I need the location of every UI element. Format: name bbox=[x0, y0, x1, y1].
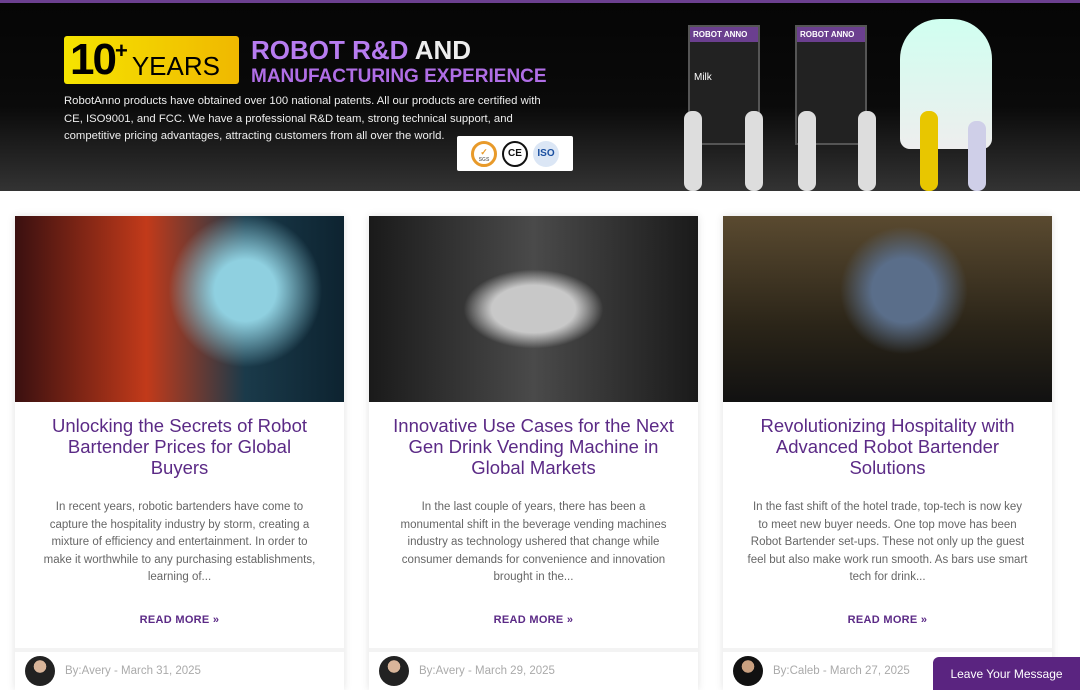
blog-card-title[interactable]: Unlocking the Secrets of Robot Bartender… bbox=[15, 415, 344, 478]
check-icon: ✓ bbox=[480, 146, 488, 157]
badge-years: YEARS bbox=[131, 50, 220, 81]
blog-card-title[interactable]: Revolutionizing Hospitality with Advance… bbox=[723, 415, 1052, 478]
blog-card-excerpt: In the last couple of years, there has b… bbox=[400, 501, 667, 583]
blog-card: Innovative Use Cases for the Next Gen Dr… bbox=[369, 216, 698, 690]
post-meta: By:Avery - March 29, 2025 bbox=[419, 665, 555, 677]
blog-card-excerpt: In recent years, robotic bartenders have… bbox=[43, 501, 316, 583]
sgs-logo-icon: ✓ SGS bbox=[471, 140, 497, 167]
blog-card: Revolutionizing Hospitality with Advance… bbox=[723, 216, 1052, 690]
ce-logo-icon: CE bbox=[502, 140, 528, 167]
headline-white: AND bbox=[414, 35, 472, 65]
years-badge: 10 + YEARS bbox=[64, 35, 239, 84]
headline-line2: MANUFACTURING EXPERIENCE bbox=[251, 66, 547, 87]
blog-card-footer: By:Avery - March 31, 2025 bbox=[15, 648, 344, 690]
iso-text: ISO bbox=[537, 148, 555, 159]
blog-card-title[interactable]: Innovative Use Cases for the Next Gen Dr… bbox=[369, 415, 698, 478]
machine-brand: ROBOT ANNO bbox=[797, 27, 865, 42]
badge-plus: + bbox=[114, 38, 128, 63]
author-avatar bbox=[379, 656, 409, 686]
blog-card-footer: By:Avery - March 29, 2025 bbox=[369, 648, 698, 690]
machine-label: Milk bbox=[694, 72, 712, 83]
headline: ROBOT R&D AND bbox=[251, 35, 471, 66]
headline-purple: ROBOT R&D bbox=[251, 35, 409, 65]
blog-card-image[interactable] bbox=[723, 216, 1052, 402]
badge-number: 10 bbox=[70, 35, 117, 84]
robot-arm bbox=[798, 111, 816, 191]
robot-products-image: ROBOT ANNO Milk ROBOT ANNO bbox=[670, 11, 1000, 193]
blog-card-excerpt: In the fast shift of the hotel trade, to… bbox=[747, 501, 1028, 583]
sgs-text: SGS bbox=[478, 156, 490, 163]
ce-text: CE bbox=[508, 148, 522, 159]
blog-card: Unlocking the Secrets of Robot Bartender… bbox=[15, 216, 344, 690]
robot-arm bbox=[968, 121, 986, 191]
robot-arm bbox=[858, 111, 876, 191]
blog-card-image[interactable] bbox=[369, 216, 698, 402]
machine-brand: ROBOT ANNO bbox=[690, 27, 758, 42]
author-avatar bbox=[733, 656, 763, 686]
post-meta: By:Avery - March 31, 2025 bbox=[65, 665, 201, 677]
read-more-link[interactable]: READ MORE » bbox=[369, 614, 698, 626]
author-avatar bbox=[25, 656, 55, 686]
blog-card-image[interactable] bbox=[15, 216, 344, 402]
read-more-link[interactable]: READ MORE » bbox=[15, 614, 344, 626]
leave-message-button[interactable]: Leave Your Message bbox=[933, 657, 1080, 690]
read-more-link[interactable]: READ MORE » bbox=[723, 614, 1052, 626]
robot-arm bbox=[684, 111, 702, 191]
certification-logos: ✓ SGS CE ISO bbox=[457, 136, 573, 171]
robot-arm bbox=[920, 111, 938, 191]
iso-logo-icon: ISO bbox=[533, 140, 559, 167]
post-meta: By:Caleb - March 27, 2025 bbox=[773, 665, 910, 677]
robot-arm bbox=[745, 111, 763, 191]
hero-banner: 10 + YEARS ROBOT R&D AND MANUFACTURING E… bbox=[0, 3, 1080, 191]
